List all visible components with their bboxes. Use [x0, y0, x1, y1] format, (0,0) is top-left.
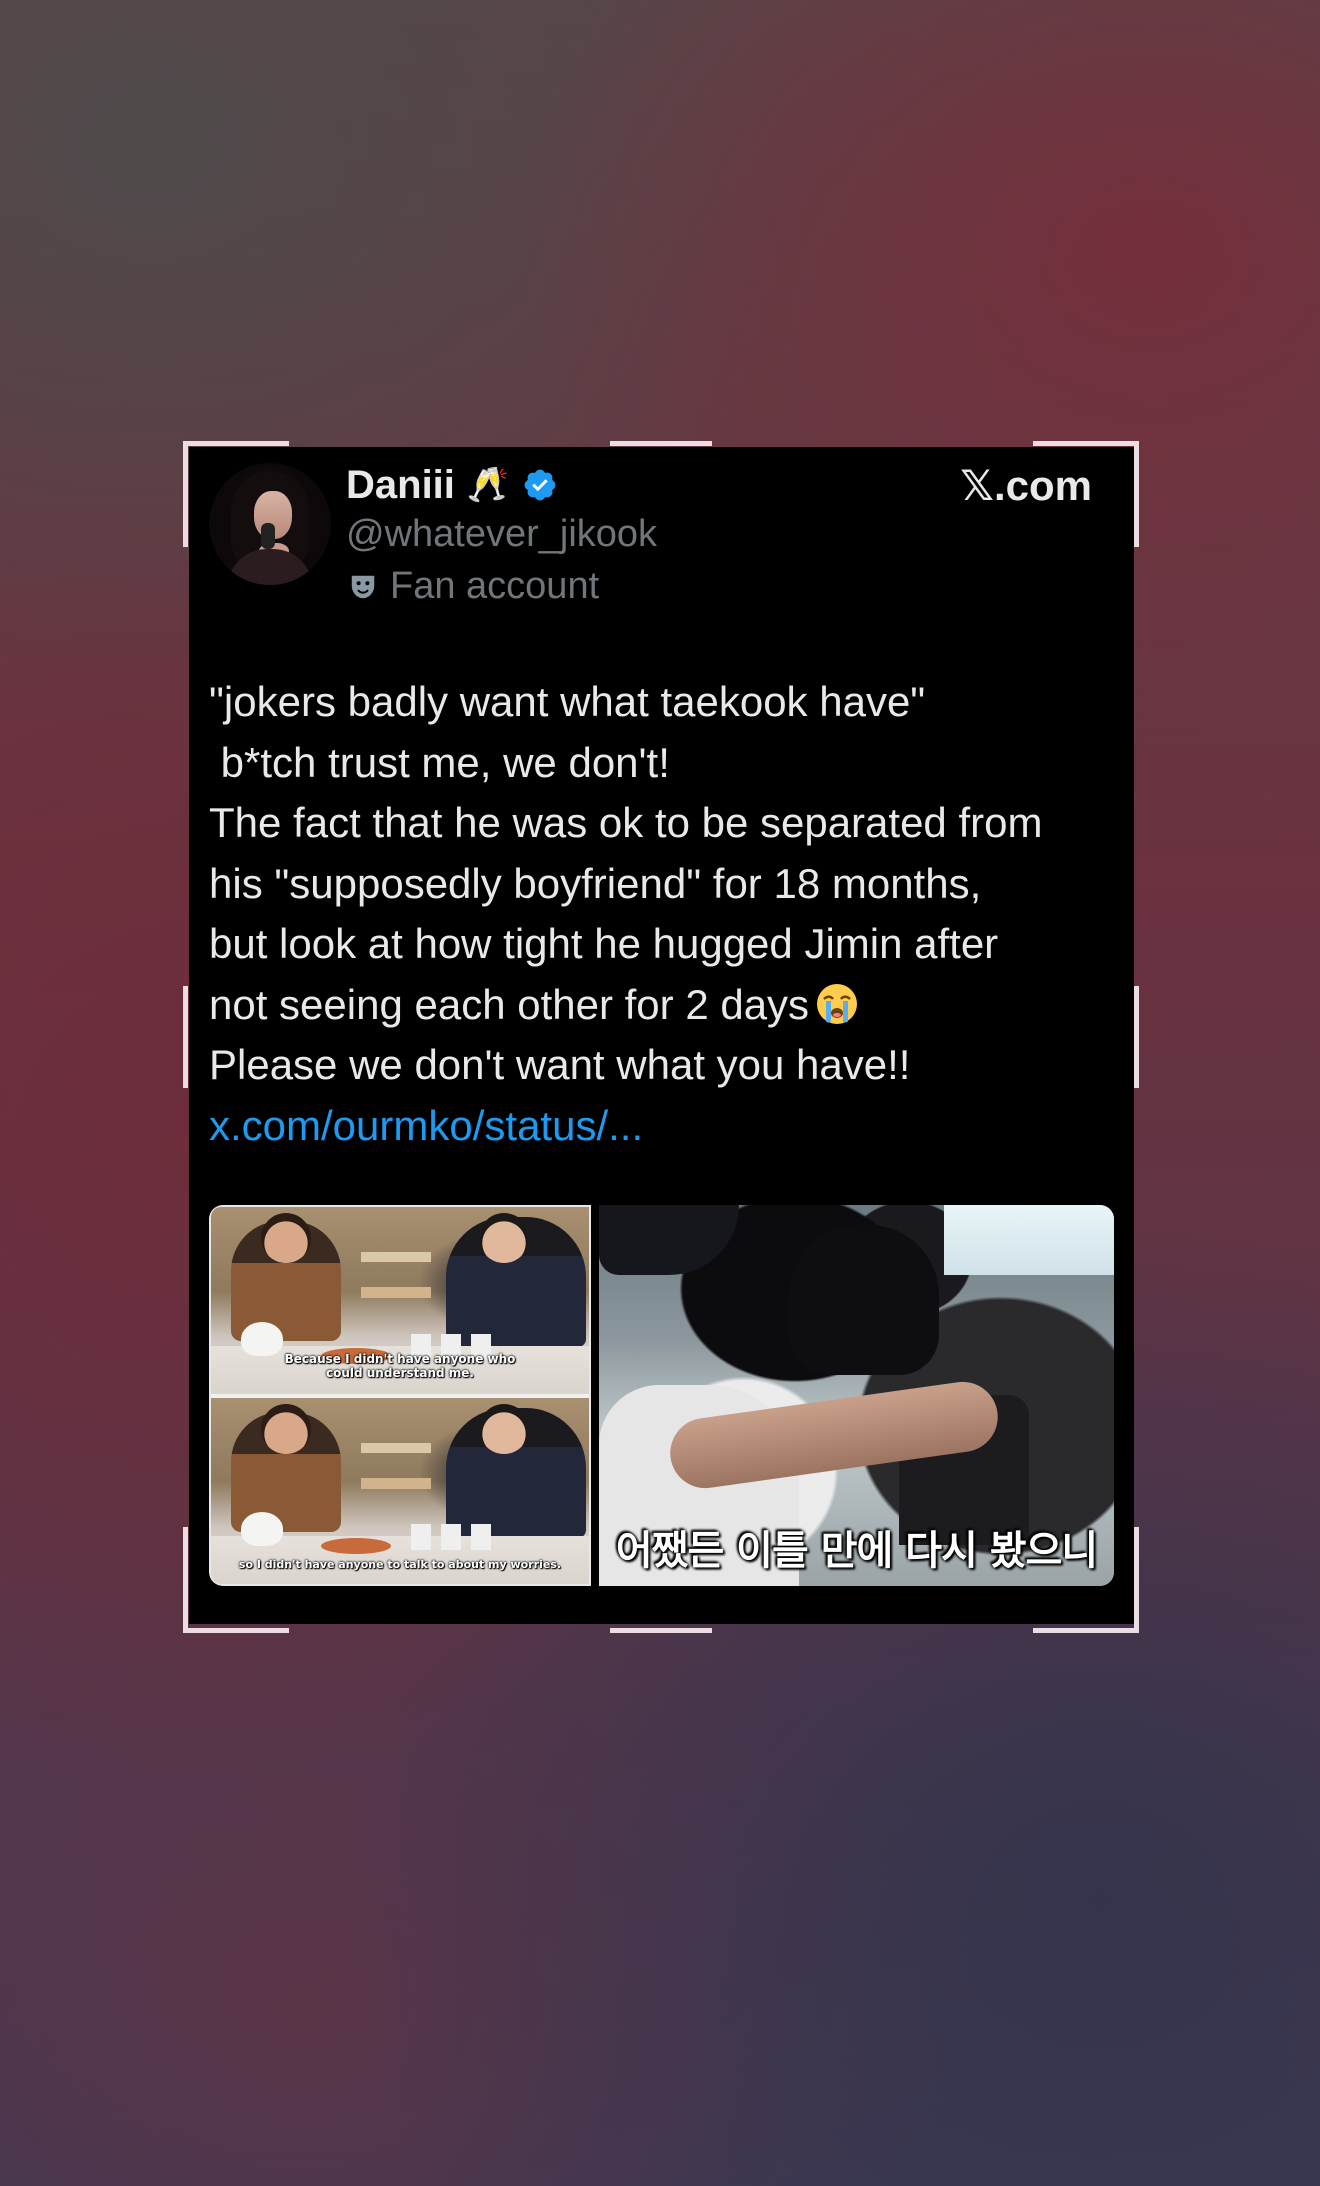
crop-corner-bottom-left-h: [183, 1628, 289, 1633]
tweet-text-line: but look at how tight he hugged Jimin af…: [209, 920, 999, 967]
champagne-glasses-emoji: 🥂: [466, 466, 510, 504]
subtitle-top: Because I didn't have anyone who could u…: [284, 1351, 516, 1380]
avatar[interactable]: [209, 463, 331, 585]
subtitle-bottom: so I didn't have anyone to talk to about…: [238, 1558, 562, 1571]
tweet-text-line: not seeing each other for 2 days: [209, 980, 810, 1028]
crop-corner-bottom-left-v: [183, 1527, 188, 1633]
crop-corner-top-left-v: [183, 441, 188, 547]
tweet-text-line: b*tch trust me, we don't!: [209, 738, 670, 786]
tweet-text-line: "jokers badly want what taekook have": [209, 678, 926, 725]
crop-edge-top-handle: [610, 441, 712, 446]
crop-corner-top-right-h: [1033, 441, 1139, 446]
loudly-crying-face-icon: [815, 982, 859, 1026]
display-name[interactable]: Daniii: [346, 463, 455, 508]
crop-corner-bottom-right-v: [1134, 1527, 1139, 1633]
quoted-tweet-link[interactable]: x.com/ourmko/status/...: [209, 1096, 1114, 1157]
tweet-card[interactable]: Daniii 🥂 @whatever_jikook Fan account 𝕏.…: [189, 447, 1134, 1624]
author-handle[interactable]: @whatever_jikook: [346, 513, 657, 556]
crop-corner-top-left-h: [183, 441, 289, 446]
x-brand-label[interactable]: 𝕏.com: [960, 461, 1092, 510]
verified-badge-icon: [521, 466, 559, 504]
tweet-media-grid[interactable]: Because I didn't have anyone who could u…: [209, 1205, 1114, 1586]
tweet-text-line: Please we don't want what you have!!: [209, 1041, 911, 1088]
tweet-text-line: The fact that he was ok to be separated …: [209, 799, 1043, 846]
theater-mask-icon: [346, 570, 380, 604]
tweet-text-line: his "supposedly boyfriend" for 18 months…: [209, 859, 982, 907]
crop-corner-top-right-v: [1134, 441, 1139, 547]
crop-edge-bottom-handle: [610, 1628, 712, 1633]
account-label-row: Fan account: [346, 565, 599, 608]
crop-edge-right-handle: [1134, 986, 1139, 1088]
tweet-text-line-with-emoji: not seeing each other for 2 days: [209, 975, 1114, 1036]
media-image-left[interactable]: Because I didn't have anyone who could u…: [209, 1205, 591, 1586]
account-label: Fan account: [390, 565, 600, 607]
author-name-row[interactable]: Daniii 🥂: [346, 460, 559, 510]
tweet-text: "jokers badly want what taekook have" b*…: [209, 672, 1114, 1156]
media-image-right[interactable]: 어쨌든 이틀 만에 다시 봤으니: [599, 1205, 1114, 1586]
crop-corner-bottom-right-h: [1033, 1628, 1139, 1633]
video-frame-bottom: so I didn't have anyone to talk to about…: [211, 1397, 589, 1584]
crop-edge-left-handle: [183, 986, 188, 1088]
korean-subtitle: 어쨌든 이틀 만에 다시 봤으니: [615, 1528, 1098, 1574]
video-frame-top: Because I didn't have anyone who could u…: [211, 1207, 589, 1394]
